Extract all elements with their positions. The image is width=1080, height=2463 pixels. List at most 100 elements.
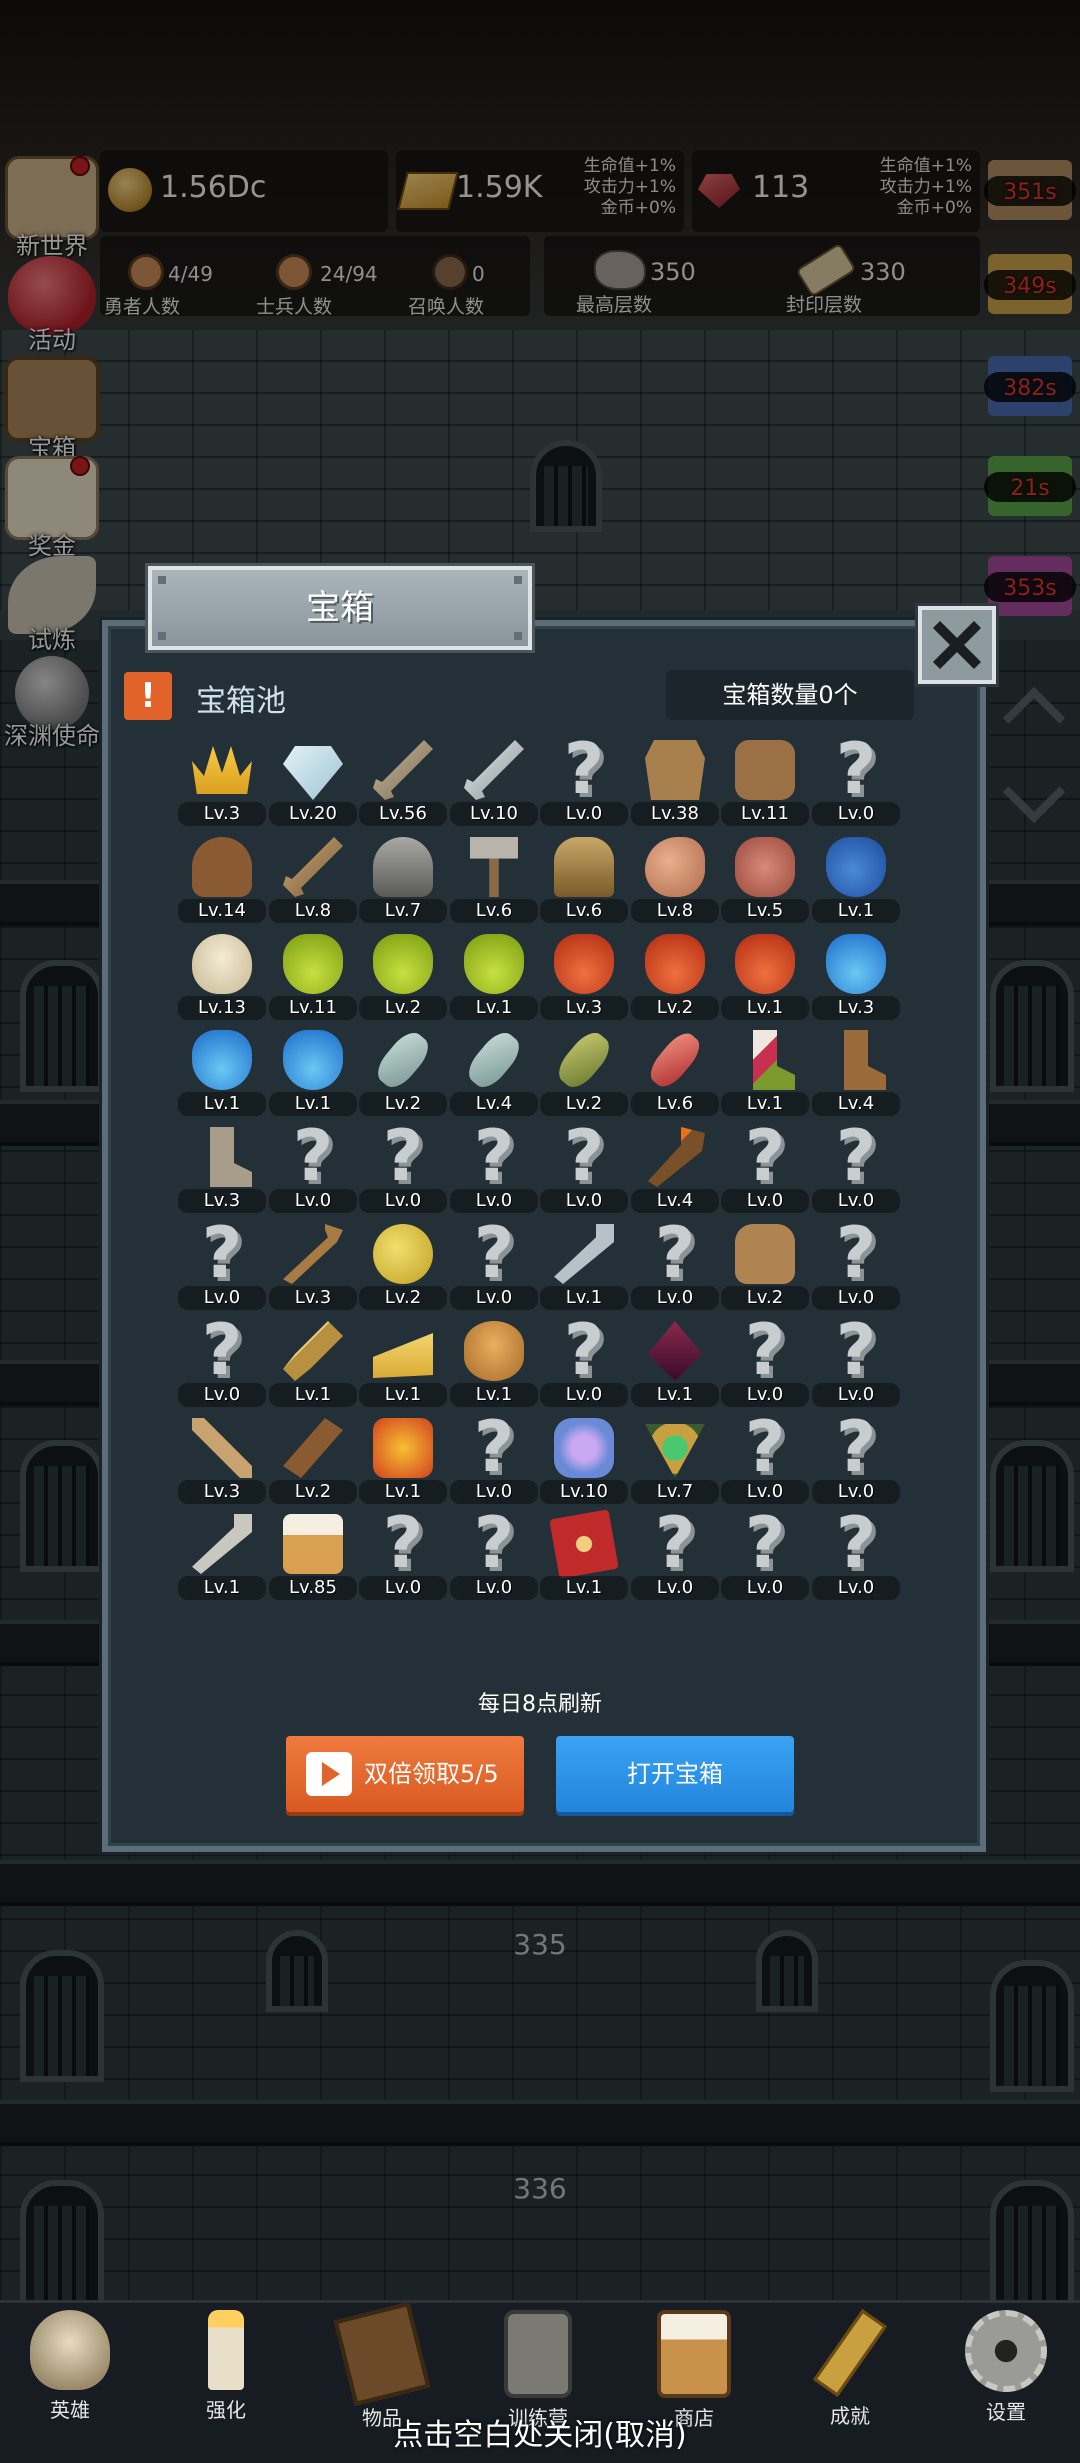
open-chest-button[interactable]: 打开宝箱 bbox=[556, 1736, 794, 1812]
item-slot[interactable]: ? Lv.0 bbox=[721, 1119, 809, 1215]
item-slot[interactable]: Lv.1 bbox=[540, 1216, 628, 1312]
item-slot[interactable]: ? Lv.0 bbox=[450, 1119, 538, 1215]
item-slot[interactable]: ? Lv.0 bbox=[450, 1216, 538, 1312]
item-slot[interactable]: Lv.3 bbox=[178, 1119, 266, 1215]
item-slot[interactable]: Lv.5 bbox=[721, 829, 809, 925]
rivet bbox=[158, 576, 166, 584]
item-slot[interactable]: Lv.3 bbox=[812, 926, 900, 1022]
item-level: Lv.7 bbox=[359, 899, 447, 923]
item-slot[interactable]: Lv.6 bbox=[540, 829, 628, 925]
item-slot[interactable]: ? Lv.0 bbox=[721, 1506, 809, 1602]
sword-icon bbox=[373, 740, 433, 800]
item-slot[interactable]: Lv.2 bbox=[359, 1022, 447, 1118]
item-slot[interactable]: Lv.3 bbox=[178, 732, 266, 828]
item-level: Lv.56 bbox=[359, 802, 447, 826]
item-slot[interactable]: ? Lv.0 bbox=[812, 1410, 900, 1506]
item-slot[interactable]: ? Lv.0 bbox=[631, 1216, 719, 1312]
item-level: Lv.11 bbox=[721, 802, 809, 826]
item-slot[interactable]: Lv.1 bbox=[721, 926, 809, 1022]
item-slot[interactable]: Lv.11 bbox=[721, 732, 809, 828]
item-slot[interactable]: ? Lv.0 bbox=[178, 1216, 266, 1312]
pie-icon bbox=[464, 1321, 524, 1381]
item-level: Lv.0 bbox=[359, 1189, 447, 1213]
item-slot[interactable]: ? Lv.0 bbox=[812, 732, 900, 828]
item-slot[interactable]: Lv.56 bbox=[359, 732, 447, 828]
item-slot[interactable]: ? Lv.0 bbox=[812, 1313, 900, 1409]
flour-bowl-icon bbox=[192, 934, 252, 994]
item-level: Lv.0 bbox=[178, 1383, 266, 1407]
item-slot[interactable]: Lv.85 bbox=[269, 1506, 357, 1602]
item-slot[interactable]: ? Lv.0 bbox=[721, 1410, 809, 1506]
item-level: Lv.2 bbox=[359, 1092, 447, 1116]
item-slot[interactable]: ? Lv.0 bbox=[721, 1313, 809, 1409]
item-slot[interactable]: Lv.1 bbox=[631, 1313, 719, 1409]
item-slot[interactable]: ? Lv.0 bbox=[540, 1119, 628, 1215]
item-slot[interactable]: ? Lv.0 bbox=[540, 1313, 628, 1409]
item-slot[interactable]: ? Lv.0 bbox=[540, 732, 628, 828]
double-claim-button[interactable]: 双倍领取5/5 bbox=[286, 1736, 524, 1812]
item-level: Lv.3 bbox=[812, 996, 900, 1020]
item-slot[interactable]: Lv.1 bbox=[178, 1506, 266, 1602]
unknown-icon: ? bbox=[563, 1309, 605, 1391]
item-slot[interactable]: Lv.7 bbox=[359, 829, 447, 925]
item-slot[interactable]: ? Lv.0 bbox=[812, 1216, 900, 1312]
item-slot[interactable]: Lv.1 bbox=[359, 1313, 447, 1409]
hammer-icon bbox=[470, 837, 518, 897]
item-level: Lv.6 bbox=[631, 1092, 719, 1116]
item-slot[interactable]: Lv.1 bbox=[812, 829, 900, 925]
iron-helmet-icon bbox=[373, 837, 433, 897]
item-slot[interactable]: Lv.3 bbox=[269, 1216, 357, 1312]
item-slot[interactable]: Lv.14 bbox=[178, 829, 266, 925]
item-slot[interactable]: ? Lv.0 bbox=[812, 1119, 900, 1215]
item-slot[interactable]: ? Lv.0 bbox=[812, 1506, 900, 1602]
item-slot[interactable]: Lv.2 bbox=[359, 1216, 447, 1312]
item-slot[interactable]: Lv.20 bbox=[269, 732, 357, 828]
item-slot[interactable]: Lv.3 bbox=[178, 1410, 266, 1506]
item-slot[interactable]: Lv.1 bbox=[178, 1022, 266, 1118]
close-button[interactable] bbox=[918, 606, 996, 684]
item-slot[interactable]: Lv.4 bbox=[631, 1119, 719, 1215]
item-slot[interactable]: ? Lv.0 bbox=[450, 1410, 538, 1506]
item-slot[interactable]: Lv.8 bbox=[631, 829, 719, 925]
item-slot[interactable]: Lv.1 bbox=[540, 1506, 628, 1602]
item-slot[interactable]: ? Lv.0 bbox=[450, 1506, 538, 1602]
item-slot[interactable]: Lv.2 bbox=[359, 926, 447, 1022]
item-slot[interactable]: ? Lv.0 bbox=[359, 1506, 447, 1602]
item-slot[interactable]: Lv.8 bbox=[269, 829, 357, 925]
item-slot[interactable]: Lv.4 bbox=[450, 1022, 538, 1118]
item-slot[interactable]: Lv.4 bbox=[812, 1022, 900, 1118]
item-level: Lv.3 bbox=[540, 996, 628, 1020]
item-slot[interactable]: Lv.2 bbox=[540, 1022, 628, 1118]
item-slot[interactable]: Lv.2 bbox=[269, 1410, 357, 1506]
rivet bbox=[158, 632, 166, 640]
item-slot[interactable]: Lv.1 bbox=[721, 1022, 809, 1118]
item-slot[interactable]: Lv.7 bbox=[631, 1410, 719, 1506]
unknown-icon: ? bbox=[473, 1502, 515, 1584]
item-slot[interactable]: Lv.38 bbox=[631, 732, 719, 828]
item-slot[interactable]: ? Lv.0 bbox=[359, 1119, 447, 1215]
item-slot[interactable]: Lv.10 bbox=[450, 732, 538, 828]
item-slot[interactable]: Lv.1 bbox=[450, 1313, 538, 1409]
item-slot[interactable]: Lv.6 bbox=[450, 829, 538, 925]
pool-info-icon[interactable]: ! bbox=[124, 672, 172, 720]
item-slot[interactable]: Lv.13 bbox=[178, 926, 266, 1022]
item-slot[interactable]: Lv.1 bbox=[269, 1313, 357, 1409]
item-slot[interactable]: ? Lv.0 bbox=[631, 1506, 719, 1602]
item-slot[interactable]: Lv.1 bbox=[269, 1022, 357, 1118]
item-slot[interactable]: Lv.1 bbox=[450, 926, 538, 1022]
item-slot[interactable]: Lv.11 bbox=[269, 926, 357, 1022]
item-slot[interactable]: Lv.3 bbox=[540, 926, 628, 1022]
blue-potion-icon bbox=[283, 1030, 343, 1090]
item-level: Lv.0 bbox=[540, 802, 628, 826]
item-level: Lv.1 bbox=[540, 1576, 628, 1600]
item-slot[interactable]: Lv.1 bbox=[359, 1410, 447, 1506]
unknown-icon: ? bbox=[835, 1212, 877, 1294]
item-slot[interactable]: ? Lv.0 bbox=[178, 1313, 266, 1409]
item-slot[interactable]: Lv.10 bbox=[540, 1410, 628, 1506]
item-slot[interactable]: Lv.2 bbox=[721, 1216, 809, 1312]
item-slot[interactable]: Lv.6 bbox=[631, 1022, 719, 1118]
dialog-title-plate: 宝箱 bbox=[148, 566, 532, 650]
item-slot[interactable]: ? Lv.0 bbox=[269, 1119, 357, 1215]
rivet bbox=[514, 632, 522, 640]
item-slot[interactable]: Lv.2 bbox=[631, 926, 719, 1022]
